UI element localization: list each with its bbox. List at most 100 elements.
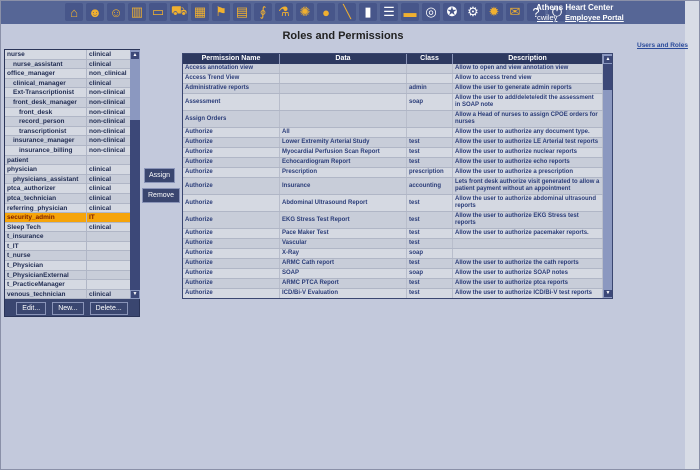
roles-scrollbar[interactable]: ▲ ▼ bbox=[130, 50, 140, 299]
role-row[interactable]: security_admin IT bbox=[5, 213, 130, 223]
role-class: clinical bbox=[89, 204, 112, 212]
employee-portal-link[interactable]: Employee Portal bbox=[565, 13, 624, 22]
stethoscope-icon[interactable]: ∮ bbox=[254, 3, 272, 21]
role-row[interactable]: Ext-Transcriptionist non-clinical bbox=[5, 88, 130, 98]
column-header[interactable]: Description bbox=[453, 54, 603, 64]
table-row[interactable]: Authorize Insurance accounting Lets front d… bbox=[183, 178, 612, 195]
role-row[interactable]: insurance_billing non-clinical bbox=[5, 145, 130, 156]
home-icon[interactable]: ⌂ bbox=[65, 3, 83, 21]
calendar-icon[interactable]: ▦ bbox=[191, 3, 209, 21]
scroll-thumb[interactable] bbox=[603, 64, 612, 90]
list-icon[interactable]: ☰ bbox=[380, 3, 398, 21]
assign-button[interactable]: Assign bbox=[144, 168, 176, 183]
role-row[interactable]: t_IT bbox=[5, 241, 130, 252]
table-row[interactable]: Authorize Prescription prescription Allow t… bbox=[183, 168, 612, 178]
table-row[interactable]: Authorize Lower Extremity Arterial Study t… bbox=[183, 138, 612, 148]
permissions-scrollbar[interactable]: ▲ ▼ bbox=[603, 54, 612, 298]
table-row[interactable]: Authorize ARMC Cath report test Allow the u… bbox=[183, 259, 612, 269]
table-cell: prescription bbox=[407, 168, 453, 177]
pills-icon[interactable]: ● bbox=[317, 3, 335, 21]
role-row[interactable]: clinical_manager clinical bbox=[5, 78, 130, 89]
table-cell: soap bbox=[407, 249, 453, 258]
users-and-roles-link[interactable]: Users and Roles bbox=[637, 42, 688, 49]
role-row[interactable]: front_desk_manager non-clinical bbox=[5, 97, 130, 108]
table-row[interactable]: Authorize X-Ray soap bbox=[183, 249, 612, 259]
clipboard-icon[interactable]: ▤ bbox=[233, 3, 251, 21]
role-row[interactable]: physicians_assistant clinical bbox=[5, 174, 130, 185]
role-row[interactable]: record_person non-clinical bbox=[5, 117, 130, 127]
role-name: ptca_technician bbox=[5, 193, 87, 203]
table-row[interactable]: Assessment soap Allow the user to add/dele… bbox=[183, 94, 612, 111]
table-row[interactable]: Assign Orders Allow a Head of nurses to a… bbox=[183, 111, 612, 128]
role-row[interactable]: venous_technician clinical bbox=[5, 289, 130, 299]
settings-icon[interactable]: ⚙ bbox=[464, 3, 482, 21]
role-row[interactable]: patient bbox=[5, 155, 130, 166]
column-header[interactable]: Permission Name bbox=[183, 54, 280, 64]
table-cell: Allow to open and view annotation view bbox=[453, 64, 603, 73]
page-scrollbar[interactable] bbox=[685, 1, 699, 469]
table-row[interactable]: Authorize Echocardiogram Report test Allow … bbox=[183, 158, 612, 168]
monitor-icon[interactable]: ▭ bbox=[149, 3, 167, 21]
role-row[interactable]: Sleep Tech clinical bbox=[5, 222, 130, 233]
chart-icon[interactable]: ▥ bbox=[128, 3, 146, 21]
table-cell: Authorize bbox=[183, 168, 280, 177]
table-cell: Allow the user to authorize pacemaker re… bbox=[453, 229, 603, 238]
delete-button[interactable]: Delete... bbox=[89, 301, 128, 315]
table-cell bbox=[280, 64, 407, 73]
role-row[interactable]: t_insurance bbox=[5, 232, 130, 242]
flag-icon[interactable]: ⚑ bbox=[212, 3, 230, 21]
scroll-up-icon[interactable]: ▲ bbox=[131, 52, 139, 59]
column-header[interactable]: Class bbox=[407, 54, 453, 64]
role-row[interactable]: nurse_assistant clinical bbox=[5, 59, 130, 70]
scroll-down-icon[interactable]: ▼ bbox=[131, 291, 139, 298]
table-row[interactable]: Administrative reports admin Allow the use… bbox=[183, 84, 612, 94]
scroll-up-icon[interactable]: ▲ bbox=[604, 56, 612, 63]
table-row[interactable]: Authorize ICD/Bi-V Evaluation test Allow th… bbox=[183, 289, 612, 298]
role-row[interactable]: t_PracticeManager bbox=[5, 280, 130, 290]
role-row[interactable]: transcriptionist non-clinical bbox=[5, 126, 130, 137]
role-row[interactable]: referring_physician clinical bbox=[5, 203, 130, 214]
table-row[interactable]: Authorize SOAP soap Allow the user to autho… bbox=[183, 269, 612, 279]
table-row[interactable]: Authorize Vascular test bbox=[183, 239, 612, 249]
scroll-thumb[interactable] bbox=[130, 120, 140, 290]
wheel-icon[interactable]: ◎ bbox=[422, 3, 440, 21]
role-row[interactable]: nurse clinical bbox=[5, 50, 130, 60]
folder-icon[interactable]: ▬ bbox=[401, 3, 419, 21]
globe-icon[interactable]: ✪ bbox=[443, 3, 461, 21]
role-name: t_insurance bbox=[5, 232, 87, 241]
settings2-icon[interactable]: ✹ bbox=[485, 3, 503, 21]
table-row[interactable]: Access Trend View Allow to access trend v… bbox=[183, 74, 612, 84]
patient-icon[interactable]: ☻ bbox=[86, 3, 104, 21]
lab-icon[interactable]: ⚗ bbox=[275, 3, 293, 21]
scroll-down-icon[interactable]: ▼ bbox=[604, 290, 612, 297]
table-row[interactable]: Authorize EKG Stress Test Report test Allow… bbox=[183, 212, 612, 229]
gear-sun-icon[interactable]: ✺ bbox=[296, 3, 314, 21]
table-row[interactable]: Authorize ARMC PTCA Report test Allow the u… bbox=[183, 279, 612, 289]
table-row[interactable]: Authorize All Allow the user to authorize … bbox=[183, 128, 612, 138]
doctor-icon[interactable]: ☺ bbox=[107, 3, 125, 21]
role-row[interactable]: t_PhysicianExternal bbox=[5, 270, 130, 281]
cart-icon[interactable]: ⛟ bbox=[170, 3, 188, 21]
role-row[interactable]: insurance_manager non-clinical bbox=[5, 136, 130, 146]
table-row[interactable]: Access annotation view Allow to open and … bbox=[183, 64, 612, 74]
role-row[interactable]: t_nurse bbox=[5, 251, 130, 262]
column-header[interactable]: Data bbox=[280, 54, 407, 64]
table-row[interactable]: Authorize Pace Maker Test test Allow the us… bbox=[183, 229, 612, 239]
role-row[interactable]: front_desk non-clinical bbox=[5, 107, 130, 118]
role-row[interactable]: office_manager non_clinical bbox=[5, 69, 130, 79]
user-link[interactable]: cwiley bbox=[537, 13, 557, 22]
edit-button[interactable]: Edit... bbox=[16, 301, 47, 315]
role-row[interactable]: ptca_technician clinical bbox=[5, 193, 130, 204]
role-row[interactable]: physician clinical bbox=[5, 165, 130, 175]
document-icon[interactable]: ▮ bbox=[359, 3, 377, 21]
role-row[interactable]: t_Physician bbox=[5, 261, 130, 271]
role-row[interactable]: ptca_authorizer clinical bbox=[5, 184, 130, 194]
remove-button[interactable]: Remove bbox=[142, 188, 181, 203]
role-name: nurse bbox=[5, 50, 87, 59]
syringe-icon[interactable]: ╲ bbox=[338, 3, 356, 21]
new-button[interactable]: New... bbox=[52, 301, 84, 315]
table-row[interactable]: Authorize Abdominal Ultrasound Report test… bbox=[183, 195, 612, 212]
table-row[interactable]: Authorize Myocardial Perfusion Scan Repor… bbox=[183, 148, 612, 158]
role-name: transcriptionist bbox=[5, 126, 87, 136]
mail-icon[interactable]: ✉ bbox=[506, 3, 524, 21]
